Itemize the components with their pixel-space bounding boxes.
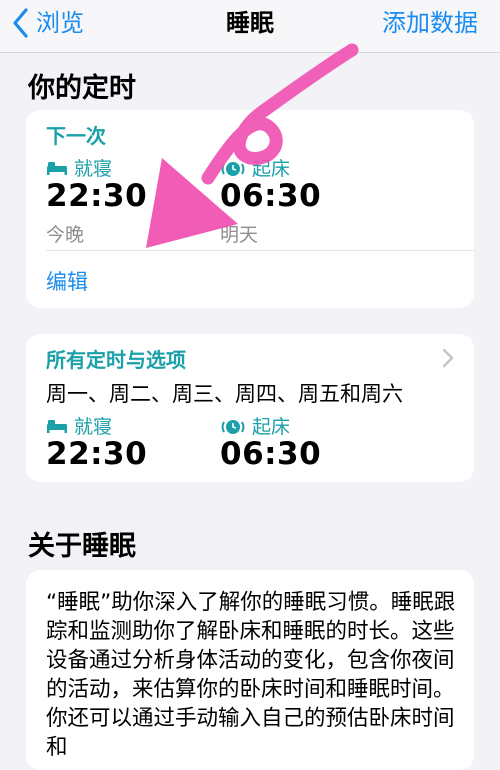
all-schedules-card[interactable]: 所有定时与选项 周一、周二、周三、周四、周五和周六 就寝 22:30 起床 06… [26, 334, 474, 482]
edit-button[interactable]: 编辑 [46, 266, 88, 296]
alarm-icon [221, 419, 245, 434]
all-schedules-heading: 所有定时与选项 [46, 348, 186, 372]
about-card: “睡眠”助你深入了解你的睡眠习惯。睡眠跟踪和监测助你了解卧床和睡眠的时长。这些设… [26, 570, 474, 770]
bedtime-tag: 就寝 [46, 154, 112, 181]
wake-label: 起床 [252, 416, 291, 438]
about-text: “睡眠”助你深入了解你的睡眠习惯。睡眠跟踪和监测助你了解卧床和睡眠的时长。这些设… [46, 590, 456, 760]
bed-icon [47, 419, 67, 433]
wake-label: 起床 [252, 158, 291, 180]
add-data-button[interactable]: 添加数据 [382, 6, 478, 40]
divider [46, 250, 474, 251]
bed-icon [47, 161, 67, 175]
alarm-icon [221, 161, 245, 176]
chevron-right-icon [442, 348, 454, 368]
bedtime-tag: 就寝 [46, 412, 112, 439]
schedule-section-title: 你的定时 [28, 73, 136, 104]
wake-day: 明天 [220, 224, 259, 246]
navigation-bar: 浏览 睡眠 添加数据 [0, 0, 500, 53]
about-section-title: 关于睡眠 [28, 531, 136, 562]
wake-tag: 起床 [220, 154, 290, 181]
bedtime-value: 22:30 [46, 178, 148, 214]
wake-tag: 起床 [220, 412, 290, 439]
next-heading: 下一次 [46, 124, 106, 148]
wake-value: 06:30 [220, 436, 322, 472]
bedtime-day: 今晚 [46, 224, 85, 246]
bedtime-label: 就寝 [74, 416, 113, 438]
wake-value: 06:30 [220, 178, 322, 214]
bedtime-label: 就寝 [74, 158, 113, 180]
bedtime-value: 22:30 [46, 436, 148, 472]
schedule-days: 周一、周二、周三、周四、周五和周六 [46, 382, 403, 406]
next-schedule-card: 下一次 就寝 22:30 今晚 起床 06:30 明天 编辑 [26, 110, 474, 308]
